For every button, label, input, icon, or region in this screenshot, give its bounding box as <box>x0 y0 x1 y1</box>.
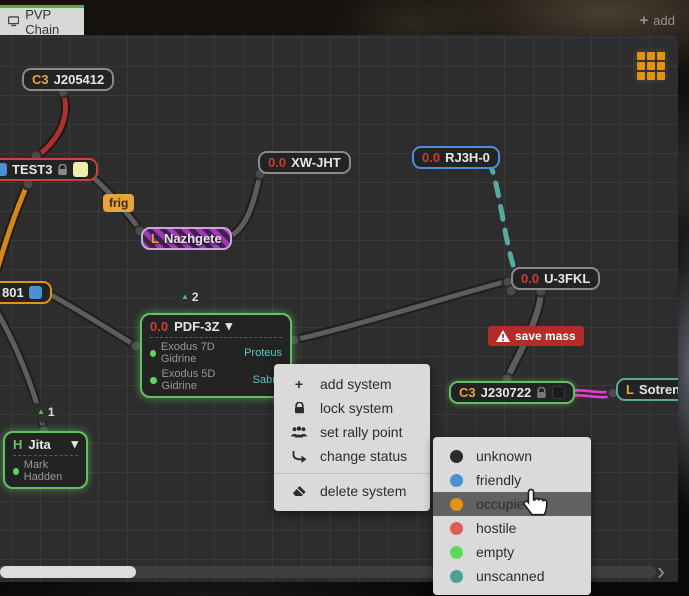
system-context-menu: + add system lock system set rally point <box>274 364 430 511</box>
edge-rj3h0-u3fkl-dashed <box>489 160 513 265</box>
status-item-occupied[interactable]: occupied <box>433 492 591 516</box>
system-class: L <box>151 231 159 246</box>
system-name: J205412 <box>54 72 105 87</box>
note-square-icon <box>73 162 88 177</box>
system-node-sotrenz[interactable]: L Sotrenz <box>616 378 678 401</box>
monitor-icon <box>8 15 19 28</box>
system-class: C3 <box>459 385 476 400</box>
system-security: 0.0 <box>422 150 440 165</box>
pilot-status-dot <box>150 350 156 357</box>
edge-j205412-test3 <box>36 92 65 157</box>
wormhole-size-tag: frig <box>103 194 134 212</box>
menu-item-lock-system[interactable]: lock system <box>274 396 430 420</box>
system-node-pdf-3z[interactable]: 0.0 PDF-3Z ▾ Exodus 7D Gidrine Proteus E… <box>140 313 292 398</box>
status-square-icon <box>0 163 7 176</box>
pilot-status-dot <box>150 377 157 384</box>
system-security: 0.0 <box>150 319 168 334</box>
menu-separator <box>274 473 430 474</box>
menu-item-delete-system[interactable]: delete system <box>274 479 430 503</box>
system-node-test3[interactable]: TEST3 <box>0 158 98 181</box>
edge-nazhgete-xwjht <box>227 175 260 238</box>
system-name: Sotrenz <box>639 382 678 397</box>
up-arrow-icon: ▲ <box>37 407 45 416</box>
plus-icon: + <box>640 12 649 29</box>
system-node-jita[interactable]: H Jita ▾ Mark Hadden <box>3 431 88 489</box>
lock-icon <box>536 387 547 399</box>
pilot-name: Mark Hadden <box>24 459 78 483</box>
lock-icon <box>57 164 68 176</box>
lock-icon <box>291 402 307 414</box>
status-square-icon <box>29 286 42 299</box>
edge-801-pdf3z <box>46 292 136 346</box>
plus-icon: + <box>291 376 307 392</box>
system-class: L <box>626 382 634 397</box>
system-security: 0.0 <box>268 155 286 170</box>
pilot-ship: Proteus <box>244 347 282 359</box>
system-name: Nazhgete <box>164 231 222 246</box>
status-dot-friendly <box>450 474 463 487</box>
tab-label: PVP Chain <box>25 7 76 37</box>
edge-pdf3z-u3fkl <box>294 281 508 340</box>
scrollbar-thumb[interactable] <box>0 566 136 578</box>
status-item-hostile[interactable]: hostile <box>433 516 591 540</box>
pathfinder-map-page: { "header": { "tab_label": "PVP Chain", … <box>0 0 689 596</box>
map-options-grid-button[interactable] <box>633 48 668 83</box>
edge-test3-offscreen <box>0 183 28 280</box>
system-node-j230722[interactable]: C3 J230722 <box>449 381 575 404</box>
scroll-right-chevron-icon[interactable]: › <box>657 558 665 582</box>
system-name: Jita <box>28 437 50 452</box>
system-class: C3 <box>32 72 49 87</box>
chevron-down-icon[interactable]: ▾ <box>71 436 78 452</box>
pilot-row: Mark Hadden <box>13 459 78 483</box>
system-node-nazhgete[interactable]: L Nazhgete <box>141 227 232 250</box>
system-security: 0.0 <box>521 271 539 286</box>
system-name: TEST3 <box>12 162 52 177</box>
jump-count-badge: ▲ 1 <box>31 403 61 420</box>
users-icon <box>291 426 307 438</box>
system-class: H <box>13 437 22 452</box>
status-dot-unknown <box>450 450 463 463</box>
status-submenu: unknown friendly occupied hostile empty … <box>433 437 591 595</box>
pilot-row: Exodus 5D Gidrine Sabre <box>150 368 282 392</box>
menu-item-set-rally-point[interactable]: set rally point <box>274 420 430 444</box>
tab-pvp-chain[interactable]: PVP Chain <box>0 5 84 35</box>
up-arrow-icon: ▲ <box>181 292 189 301</box>
status-dot-unscanned <box>450 570 463 583</box>
jump-count-badge: ▲ 2 <box>175 288 205 305</box>
system-name: XW-JHT <box>291 155 341 170</box>
status-item-unknown[interactable]: unknown <box>433 444 591 468</box>
status-dot-empty <box>450 546 463 559</box>
status-dot-hostile <box>450 522 463 535</box>
system-node-rj3h-0[interactable]: 0.0 RJ3H-0 <box>412 146 500 169</box>
system-node-j205412[interactable]: C3 J205412 <box>22 68 114 91</box>
status-item-unscanned[interactable]: unscanned <box>433 564 591 588</box>
pilot-name: Exodus 5D Gidrine <box>162 368 248 392</box>
system-name: 801 <box>2 285 24 300</box>
chevron-down-icon[interactable]: ▾ <box>226 318 233 334</box>
save-mass-badge[interactable]: save mass <box>488 326 584 346</box>
system-name: PDF-3Z <box>174 319 220 334</box>
status-square-icon <box>552 386 565 399</box>
system-node-xw-jht[interactable]: 0.0 XW-JHT <box>258 151 351 174</box>
system-node-801[interactable]: 801 <box>0 281 52 304</box>
system-name: RJ3H-0 <box>445 150 490 165</box>
status-item-friendly[interactable]: friendly <box>433 468 591 492</box>
system-name: U-3FKL <box>544 271 590 286</box>
add-map-button[interactable]: + add <box>640 12 675 29</box>
add-label: add <box>653 13 675 28</box>
system-name: J230722 <box>481 385 532 400</box>
hand-cursor-icon <box>521 487 549 519</box>
system-node-u-3fkl[interactable]: 0.0 U-3FKL <box>511 267 600 290</box>
warning-icon <box>496 330 510 342</box>
menu-item-add-system[interactable]: + add system <box>274 372 430 396</box>
pilot-row: Exodus 7D Gidrine Proteus <box>150 341 282 365</box>
menu-item-change-status[interactable]: change status <box>274 444 430 468</box>
curved-arrow-icon <box>291 450 307 463</box>
status-item-empty[interactable]: empty <box>433 540 591 564</box>
status-dot-occupied <box>450 498 463 511</box>
pilot-name: Exodus 7D Gidrine <box>161 341 239 365</box>
pilot-status-dot <box>13 468 19 475</box>
eraser-icon <box>291 485 307 497</box>
